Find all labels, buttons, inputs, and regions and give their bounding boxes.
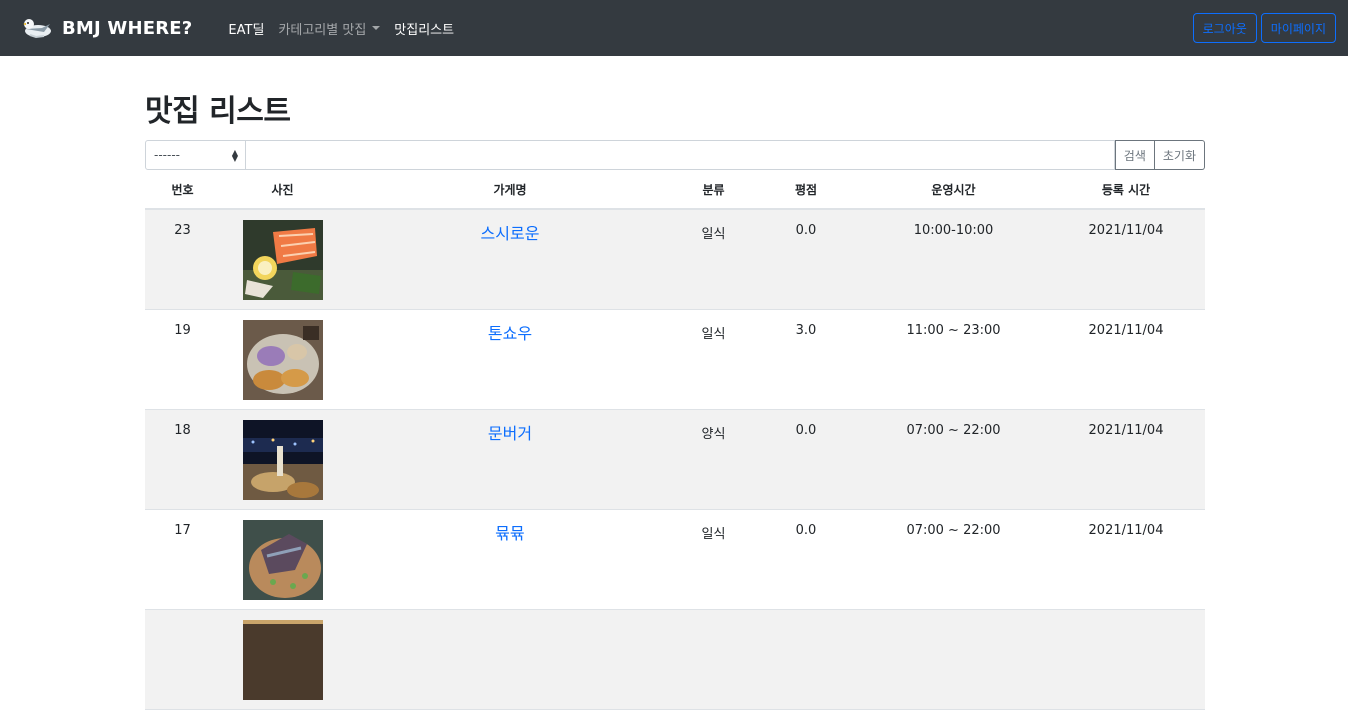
search-category-select[interactable]: ------ ▲ ▼ <box>145 140 246 170</box>
store-name-link[interactable]: 뮦뮦 <box>495 524 524 543</box>
table-header-row: 번호 사진 가게명 분류 평점 운영시간 등록 시간 <box>145 170 1205 210</box>
page-title: 맛집 리스트 <box>145 94 291 129</box>
brand[interactable]: BMJ WHERE? <box>20 14 192 42</box>
row-number: 17 <box>145 509 220 610</box>
row-registered: 2021/11/04 <box>1047 409 1205 510</box>
row-number: 23 <box>145 209 220 310</box>
header-category: 분류 <box>675 170 752 210</box>
row-rating: 0.0 <box>752 409 860 510</box>
navbar: BMJ WHERE? EAT딜 카테고리별 맛집 맛집리스트 로그아웃 마이페이… <box>0 0 1348 56</box>
store-name-link[interactable]: 톤쇼우 <box>488 324 532 343</box>
header-rating: 평점 <box>752 170 860 210</box>
row-hours: 10:00-10:00 <box>860 209 1047 310</box>
nav-category-dropdown[interactable]: 카테고리별 맛집 <box>278 19 381 38</box>
header-registered: 등록 시간 <box>1047 170 1205 210</box>
restaurant-photo[interactable] <box>242 519 323 600</box>
main-content: 맛집 리스트 ------ ▲▼ 검색 초기화 번호 사진 가게명 분류 평점 <box>145 56 1205 710</box>
row-rating: 3.0 <box>752 309 860 410</box>
row-registered: 2021/11/04 <box>1047 309 1205 410</box>
table-row: 23 스시로운 일식 0.0 10:00-10:00 2021/11/04 <box>145 209 1205 310</box>
row-rating: 0.0 <box>752 209 860 310</box>
row-registered: 2021/11/04 <box>1047 209 1205 310</box>
row-number: 19 <box>145 309 220 410</box>
search-button[interactable]: 검색 <box>1114 140 1155 170</box>
reset-button[interactable]: 초기화 <box>1154 140 1205 170</box>
select-arrows-icon: ▲ ▼ <box>231 148 238 163</box>
store-name-link[interactable]: 문버거 <box>488 424 532 443</box>
select-value: ------ <box>154 148 180 162</box>
nav-restaurant-list[interactable]: 맛집리스트 <box>394 19 454 38</box>
logout-button[interactable]: 로그아웃 <box>1192 13 1257 43</box>
search-input[interactable] <box>246 140 1115 170</box>
table-row <box>145 609 1205 710</box>
mypage-button[interactable]: 마이페이지 <box>1260 13 1336 43</box>
nav-actions: 로그아웃 마이페이지 <box>1192 13 1336 43</box>
nav-category-label: 카테고리별 맛집 <box>278 22 367 38</box>
row-category: 일식 <box>675 309 752 410</box>
row-category: 일식 <box>675 209 752 310</box>
row-category: 일식 <box>675 509 752 610</box>
chevron-down-icon <box>372 26 381 30</box>
table-row: 19 톤쇼우 일식 3.0 11:00 ~ 23:00 2021/11/04 <box>145 309 1205 410</box>
restaurant-photo[interactable] <box>242 319 323 400</box>
table-row: 18 문버거 양식 0.0 07:00 ~ 22:00 2021/11/04 <box>145 409 1205 510</box>
search-bar: ------ ▲ ▼ 검색 초기화 <box>145 140 1205 170</box>
row-category: 양식 <box>675 409 752 510</box>
header-photo: 사진 <box>220 170 345 210</box>
row-registered: 2021/11/04 <box>1047 509 1205 610</box>
nav-links: EAT딜 카테고리별 맛집 맛집리스트 <box>228 19 468 38</box>
header-hours: 운영시간 <box>860 170 1047 210</box>
restaurant-photo[interactable] <box>242 619 323 700</box>
row-rating: 0.0 <box>752 509 860 610</box>
row-hours: 07:00 ~ 22:00 <box>860 409 1047 510</box>
restaurant-table: 번호 사진 가게명 분류 평점 운영시간 등록 시간 23 스시로운 일식 0.… <box>145 170 1205 710</box>
seagull-logo-icon <box>23 19 51 39</box>
header-store-name: 가게명 <box>345 170 675 210</box>
row-hours: 11:00 ~ 23:00 <box>860 309 1047 410</box>
brand-name: BMJ WHERE? <box>62 17 193 39</box>
row-hours: 07:00 ~ 22:00 <box>860 509 1047 610</box>
restaurant-photo[interactable] <box>242 220 323 300</box>
store-name-link[interactable]: 스시로운 <box>481 224 540 243</box>
nav-eat-deal[interactable]: EAT딜 <box>228 19 264 38</box>
restaurant-photo[interactable] <box>242 419 323 500</box>
header-number: 번호 <box>145 170 220 210</box>
table-row: 17 뮦뮦 일식 0.0 07:00 ~ 22:00 2021/11/04 <box>145 509 1205 610</box>
row-number: 18 <box>145 409 220 510</box>
